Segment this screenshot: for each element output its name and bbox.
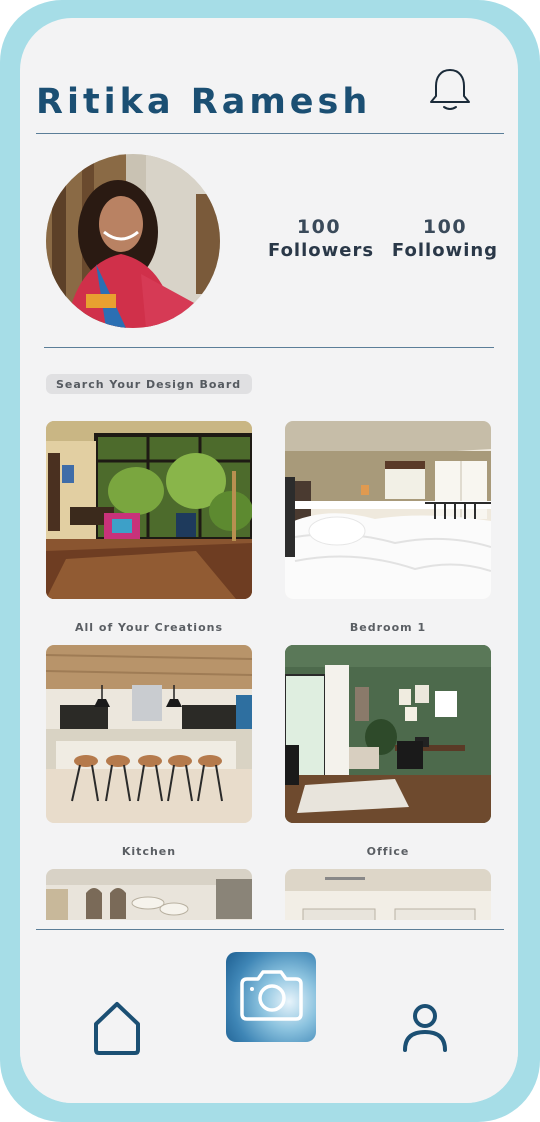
board-tile[interactable] — [285, 421, 491, 599]
board-tile[interactable] — [46, 421, 252, 599]
nav-divider — [36, 929, 504, 930]
followers-stat[interactable]: 100 Followers — [268, 216, 375, 261]
app-screen: Ritika Ramesh 100 Followers 100 Followin… — [20, 18, 518, 1103]
board-label: Bedroom 1 — [349, 621, 427, 634]
header-divider — [36, 133, 504, 134]
home-icon[interactable] — [90, 998, 144, 1056]
profile-divider — [44, 347, 494, 348]
avatar[interactable] — [46, 154, 220, 328]
following-count: 100 — [422, 216, 468, 238]
following-stat[interactable]: 100 Following — [390, 216, 500, 261]
followers-label: Followers — [268, 240, 375, 261]
bell-icon[interactable] — [428, 66, 472, 114]
followers-count: 100 — [296, 216, 342, 238]
board-tile[interactable] — [46, 645, 252, 823]
board-label: Kitchen — [121, 845, 177, 858]
camera-button[interactable] — [226, 952, 316, 1042]
board-label: All of Your Creations — [75, 621, 223, 634]
search-input[interactable] — [46, 374, 252, 394]
board-tile[interactable] — [285, 869, 491, 920]
camera-icon — [240, 970, 303, 1021]
board-tile[interactable] — [285, 645, 491, 823]
user-icon[interactable] — [400, 1002, 450, 1054]
board-label: Office — [366, 845, 410, 858]
design-board-grid: All of Your Creations Bedroom 1 Kitchen … — [20, 413, 518, 920]
page-title: Ritika Ramesh — [36, 82, 372, 122]
board-tile[interactable] — [46, 869, 252, 920]
following-label: Following — [391, 240, 499, 261]
